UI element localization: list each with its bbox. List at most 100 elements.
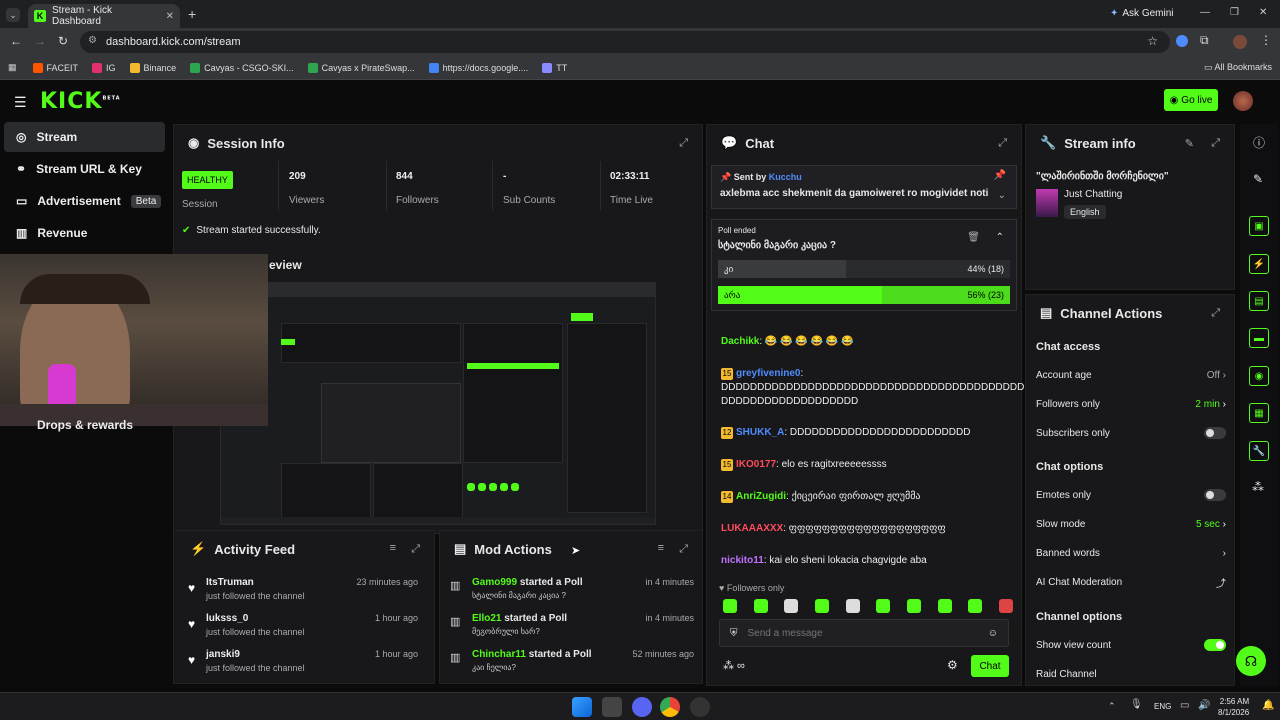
unpin-icon[interactable]: 📌 — [994, 170, 1006, 181]
filter-icon[interactable]: ≡ — [658, 542, 664, 554]
kick-logo[interactable]: KICKBETA — [40, 89, 121, 114]
banned-words-row[interactable]: Banned words › — [1036, 543, 1226, 563]
bookmark-cavyas-1[interactable]: Cavyas - CSGO-SKI... — [190, 62, 294, 73]
apps-grid-icon[interactable]: ▦ — [8, 62, 17, 73]
emotes-only-toggle[interactable] — [1204, 489, 1226, 501]
followers-only-row[interactable]: Followers only 2 min › — [1036, 394, 1226, 414]
emote-icon[interactable] — [845, 599, 860, 613]
window-close-icon[interactable]: ✕ — [1259, 7, 1267, 18]
sidebar-item-stream-url[interactable]: ⚭ Stream URL & Key — [4, 154, 165, 184]
follower-name[interactable]: ItsTruman — [206, 577, 254, 588]
chat-username[interactable]: IKO0177 — [736, 459, 776, 470]
pinned-user[interactable]: Kucchu — [769, 172, 802, 182]
chat-input[interactable]: ⛨ ☺ — [719, 619, 1009, 647]
edit-pencil-icon[interactable]: ✎ — [1185, 137, 1194, 150]
chat-send-button[interactable]: Chat — [971, 655, 1009, 677]
popout-icon[interactable]: ⤢ — [679, 137, 688, 150]
emote-icon[interactable] — [906, 599, 921, 613]
chat-username[interactable]: LUKAAAXXX — [721, 523, 783, 534]
go-live-button[interactable]: ◉ Go live — [1164, 89, 1218, 111]
category-name[interactable]: Just Chatting — [1064, 189, 1122, 200]
extension-icon[interactable] — [1176, 35, 1188, 47]
ai-moderation-row[interactable]: AI Chat Moderation ⤴ — [1036, 572, 1226, 592]
ask-gemini-button[interactable]: ✦ Ask Gemini — [1110, 8, 1174, 19]
popout-icon[interactable]: ⤢ — [998, 137, 1007, 150]
chevron-down-icon[interactable]: ⌄ — [998, 190, 1006, 201]
sidebar-item-revenue[interactable]: ▥ Revenue — [4, 218, 165, 248]
emote-icon[interactable] — [876, 599, 891, 613]
sidebar-item-stream[interactable]: ◎ Stream — [4, 122, 165, 152]
raid-channel-row[interactable]: Raid Channel — [1036, 664, 1226, 684]
help-headset-button[interactable]: ☊ — [1236, 646, 1266, 676]
chat-message-field[interactable] — [747, 627, 978, 639]
moderator-name[interactable]: Ello21 — [472, 613, 501, 624]
stream-preview-video[interactable] — [220, 282, 656, 525]
edit-pencil-icon[interactable]: ✎ — [1253, 172, 1263, 186]
notification-icon[interactable]: 🔔 — [1262, 700, 1274, 711]
restore-icon[interactable]: ❐ — [1230, 7, 1239, 18]
emote-icon[interactable] — [814, 599, 829, 613]
all-bookmarks-button[interactable]: ▭ All Bookmarks — [1204, 62, 1272, 73]
bookmark-cavyas-2[interactable]: Cavyas x PirateSwap... — [307, 62, 415, 73]
hamburger-menu-icon[interactable]: ☰ — [14, 94, 27, 111]
rail-screen-icon[interactable]: ▣ — [1249, 216, 1269, 236]
chat-username[interactable]: AnriZugidi — [736, 491, 786, 502]
trash-icon[interactable]: 🗑 — [967, 232, 980, 243]
chrome-icon[interactable] — [660, 697, 680, 717]
start-icon[interactable] — [572, 697, 592, 717]
tab-close-icon[interactable]: ✕ — [166, 11, 174, 22]
settings-gear-icon[interactable]: ⚙ — [947, 658, 958, 672]
sidebar-item-drops[interactable]: Drops & rewards — [4, 410, 165, 440]
popout-icon[interactable]: ⤢ — [679, 543, 688, 556]
forward-icon[interactable]: → — [34, 34, 46, 48]
bookmark-star-icon[interactable]: ☆ — [1147, 34, 1158, 48]
emoji-icon[interactable]: ☺ — [988, 628, 998, 639]
rail-video-icon[interactable]: ▦ — [1249, 403, 1269, 423]
app-icon[interactable] — [690, 697, 710, 717]
user-avatar[interactable] — [1233, 91, 1253, 111]
bookmark-ig[interactable]: IG — [92, 62, 116, 73]
emote-icon[interactable] — [998, 599, 1013, 613]
volume-icon[interactable]: 🔊 — [1198, 700, 1210, 711]
rail-clipboard-icon[interactable]: ▤ — [1249, 291, 1269, 311]
site-info-icon[interactable]: ⚙ — [88, 35, 97, 46]
tab-search-icon[interactable]: ⌄ — [6, 8, 20, 22]
emote-icon[interactable] — [937, 599, 952, 613]
rail-chat-icon[interactable]: ▬ — [1249, 328, 1269, 348]
language-indicator[interactable]: ENG — [1154, 702, 1171, 711]
moderator-name[interactable]: Gamo999 — [472, 577, 517, 588]
url-bar[interactable]: ⚙ dashboard.kick.com/stream ☆ — [80, 31, 1170, 53]
discord-icon[interactable] — [632, 697, 652, 717]
minimize-icon[interactable]: — — [1200, 7, 1210, 18]
show-view-count-toggle[interactable] — [1204, 639, 1226, 651]
account-age-row[interactable]: Account age Off › — [1036, 365, 1226, 385]
chat-username[interactable]: greyfivenine0 — [736, 368, 800, 379]
tray-chevron-icon[interactable]: ⌃ — [1108, 701, 1116, 712]
filter-icon[interactable]: ≡ — [390, 542, 396, 554]
emote-icon[interactable] — [784, 599, 799, 613]
browser-tab[interactable]: K Stream - Kick Dashboard ✕ — [28, 4, 180, 28]
new-tab-icon[interactable]: + — [188, 6, 196, 22]
extensions-puzzle-icon[interactable]: ⧉ — [1200, 33, 1209, 48]
chat-tools-icon[interactable]: ⁂ ∞ — [723, 659, 745, 672]
rail-more-icon[interactable]: ⁂ — [1252, 480, 1264, 494]
rail-broadcast-icon[interactable]: ◉ — [1249, 366, 1269, 386]
popout-icon[interactable]: ⤢ — [1211, 137, 1220, 150]
moderator-name[interactable]: Chinchar11 — [472, 649, 526, 660]
follower-name[interactable]: janski9 — [206, 649, 240, 660]
emote-icon[interactable] — [968, 599, 983, 613]
chat-username[interactable]: SHUKK_A — [736, 427, 784, 438]
subscribers-only-toggle[interactable] — [1204, 427, 1226, 439]
back-icon[interactable]: ← — [10, 34, 22, 48]
network-icon[interactable]: ▭ — [1180, 700, 1189, 711]
clock[interactable]: 2:56 AM 8/1/2026 — [1218, 696, 1249, 718]
chat-username[interactable]: nickito11 — [721, 555, 764, 566]
browser-menu-icon[interactable]: ⋮ — [1260, 33, 1272, 47]
reload-icon[interactable]: ↻ — [58, 34, 68, 48]
rail-bolt-icon[interactable]: ⚡ — [1249, 254, 1269, 274]
info-icon[interactable]: ⓘ — [1253, 134, 1265, 151]
profile-icon[interactable] — [1233, 35, 1247, 49]
rail-wrench-icon[interactable]: 🔧 — [1249, 441, 1269, 461]
chevron-up-icon[interactable]: ⌃ — [996, 232, 1004, 243]
follower-name[interactable]: luksss_0 — [206, 613, 248, 624]
